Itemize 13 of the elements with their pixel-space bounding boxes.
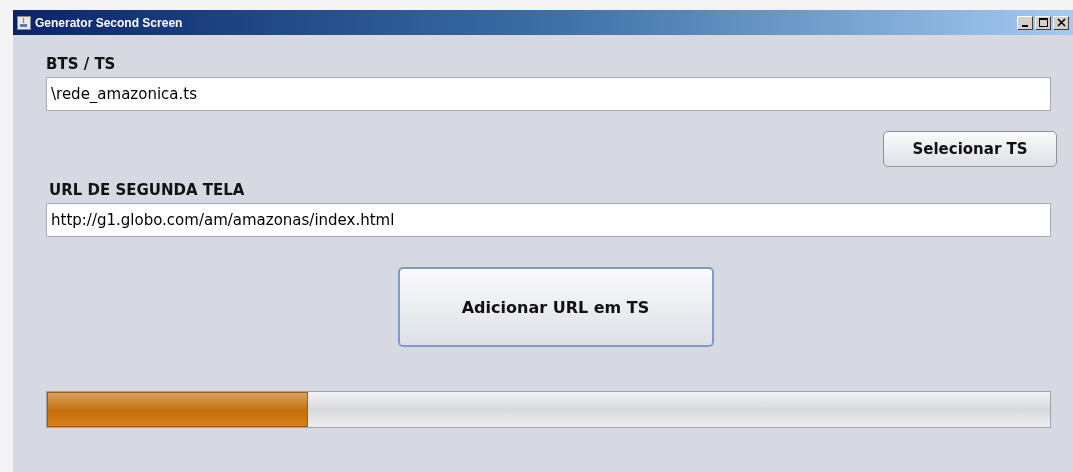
close-icon <box>1056 18 1066 27</box>
maximize-icon <box>1038 18 1048 27</box>
minimize-icon <box>1022 24 1028 27</box>
field-label: BTS / TS <box>46 55 117 75</box>
add-url-button[interactable]: Adicionar URL em TS <box>397 267 714 347</box>
minimize-button[interactable] <box>1017 15 1033 30</box>
select-ts-button[interactable]: Selecionar TS <box>883 131 1057 167</box>
input-field[interactable]: \rede_amazonica.ts <box>46 77 1051 111</box>
input-field[interactable]: http://g1.globo.com/am/amazonas/index.html <box>46 203 1051 237</box>
window-title: Generator Second Screen <box>35 15 183 30</box>
field-label: URL DE SEGUNDA TELA <box>49 181 246 201</box>
maximize-button[interactable] <box>1035 15 1051 30</box>
close-button[interactable] <box>1053 15 1069 30</box>
